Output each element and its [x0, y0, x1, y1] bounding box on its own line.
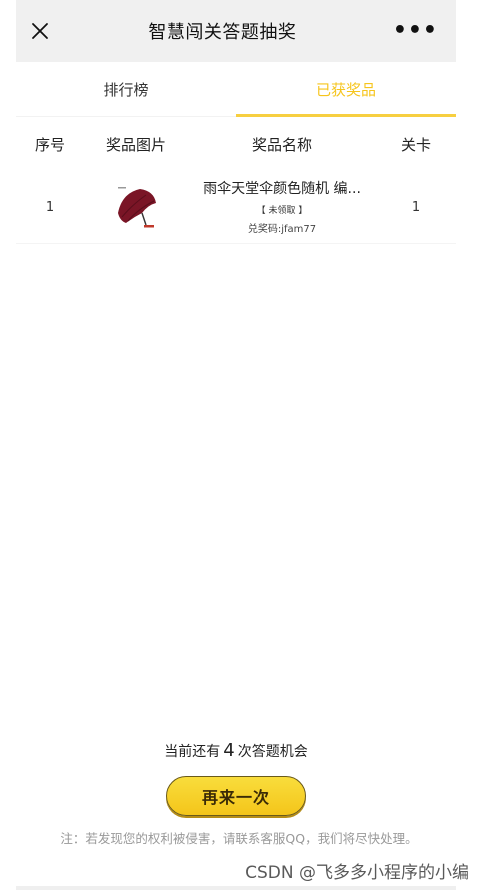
page-title: 智慧闯关答题抽奖 [148, 22, 297, 43]
rights-notice: 注：若发现您的权利被侵害，请联系客服QQ，我们将尽快处理。 [60, 831, 418, 846]
prize-status-badge: 【 未领取 】 [256, 205, 308, 216]
more-options-button[interactable]: ••• [393, 20, 438, 42]
prize-image-cell [84, 183, 188, 231]
prize-name: 雨伞天堂伞颜色随机 编... [203, 180, 361, 197]
close-button[interactable] [28, 19, 52, 43]
table-row[interactable]: 1 雨伞天堂伞颜色随机 编... 【 未领取 】 兑奖码:jfam77 1 [16, 171, 456, 244]
column-header-index: 序号 [34, 135, 65, 154]
title-bar: 智慧闯关答题抽奖 ••• [16, 0, 456, 62]
redeem-code: 兑奖码:jfam77 [247, 223, 317, 235]
column-header-level: 关卡 [400, 135, 431, 154]
bottom-bar [16, 886, 456, 890]
tab-prizes-won[interactable]: 已获奖品 [236, 62, 456, 117]
app-screen: 智慧闯关答题抽奖 ••• 排行榜 已获奖品 序号 奖品图片 奖品名称 关卡 1 … [16, 0, 456, 890]
table-header: 序号 奖品图片 奖品名称 关卡 [16, 117, 456, 171]
watermark: CSDN @飞多多小程序的小编 [245, 863, 469, 883]
column-header-image: 奖品图片 [105, 135, 166, 154]
row-level: 1 [411, 199, 421, 215]
prize-name-cell: 雨伞天堂伞颜色随机 编... 【 未领取 】 兑奖码:jfam77 [188, 179, 376, 236]
tab-bar: 排行榜 已获奖品 [16, 62, 456, 117]
row-index: 1 [45, 199, 55, 215]
close-icon [32, 23, 48, 39]
remaining-chances: 当前还有 4 次答题机会 [16, 740, 456, 761]
chances-prefix: 当前还有 [164, 744, 221, 760]
chances-suffix: 次答题机会 [237, 744, 308, 760]
column-header-name: 奖品名称 [251, 135, 312, 154]
umbrella-icon [112, 183, 160, 231]
chances-count: 4 [223, 740, 235, 761]
retry-button[interactable]: 再来一次 [166, 776, 306, 816]
tab-leaderboard[interactable]: 排行榜 [16, 62, 236, 116]
